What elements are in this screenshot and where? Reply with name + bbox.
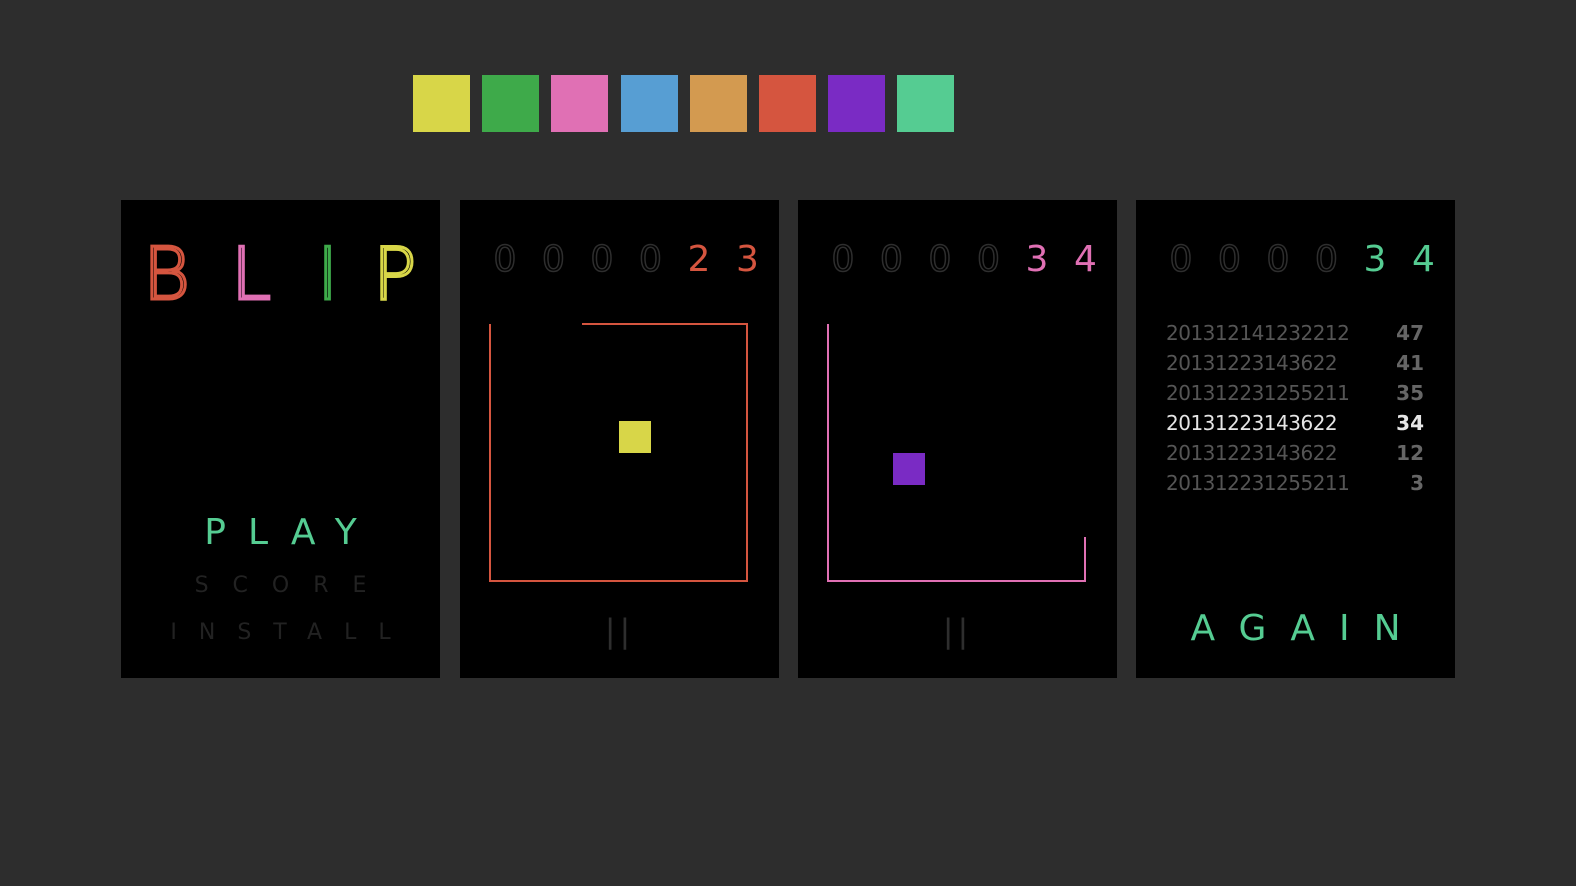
stage: BLIP PLAY SCORE INSTALL 000023 || 000034… — [0, 0, 1576, 886]
pause-button[interactable]: || — [798, 612, 1117, 650]
color-swatch — [551, 75, 609, 132]
high-score-list: 201312141232212 47 20131223143622 41 2013122… — [1166, 318, 1424, 498]
again-button[interactable]: AGAIN — [1136, 608, 1455, 649]
title-letter: B — [141, 232, 191, 316]
high-score-row: 20131223143622 34 — [1166, 408, 1424, 438]
title-letter: L — [229, 232, 272, 316]
color-swatch — [828, 75, 886, 132]
high-score-value: 34 — [1396, 411, 1424, 435]
high-score-row: 201312231255211 35 — [1166, 378, 1424, 408]
score-digit: 4 — [1412, 239, 1435, 280]
scores-screen: 000034 201312141232212 47 20131223143622 41… — [1136, 200, 1455, 678]
pause-button[interactable]: || — [460, 612, 779, 650]
title-letter: I — [315, 232, 339, 316]
high-score-date: 20131223143622 — [1166, 351, 1338, 375]
high-score-value: 12 — [1396, 441, 1424, 465]
score-digit: 0 — [1266, 239, 1290, 281]
title-letter: P — [371, 232, 417, 316]
color-swatch — [620, 75, 678, 132]
high-score-value: 41 — [1396, 351, 1424, 375]
high-score-date: 201312231255211 — [1166, 381, 1350, 405]
high-score-value: 35 — [1396, 381, 1424, 405]
color-swatch — [897, 75, 955, 132]
high-score-date: 20131223143622 — [1166, 441, 1338, 465]
high-score-row: 20131223143622 41 — [1166, 348, 1424, 378]
score-digit: 3 — [1363, 239, 1387, 280]
color-swatch — [482, 75, 540, 132]
high-score-row: 20131223143622 12 — [1166, 438, 1424, 468]
high-score-row: 201312231255211 3 — [1166, 468, 1424, 498]
target-square — [893, 453, 925, 485]
game-board[interactable] — [460, 200, 779, 678]
score-digit: 0 — [1314, 239, 1338, 281]
play-button[interactable]: PLAY — [121, 512, 440, 553]
high-score-date: 201312231255211 — [1166, 471, 1350, 495]
high-score-row: 201312141232212 47 — [1166, 318, 1424, 348]
board-border-trail — [827, 324, 1086, 582]
high-score-date: 201312141232212 — [1166, 321, 1350, 345]
game-screen-1: 000023 || — [460, 200, 779, 678]
game-board[interactable] — [798, 200, 1117, 678]
high-score-value: 47 — [1396, 321, 1424, 345]
color-swatch — [689, 75, 747, 132]
high-score-value: 3 — [1410, 471, 1424, 495]
score-button[interactable]: SCORE — [121, 573, 440, 598]
high-score-date: 20131223143622 — [1166, 411, 1338, 435]
score-digit: 0 — [1169, 239, 1193, 281]
menu-screen: BLIP PLAY SCORE INSTALL — [121, 200, 440, 678]
score-digit: 0 — [1217, 239, 1241, 281]
install-button[interactable]: INSTALL — [121, 620, 440, 645]
color-swatch — [413, 75, 470, 132]
game-screen-2: 000034 || — [798, 200, 1117, 678]
target-square — [619, 421, 651, 453]
board-border-trail — [489, 323, 748, 582]
color-swatch — [759, 75, 816, 132]
